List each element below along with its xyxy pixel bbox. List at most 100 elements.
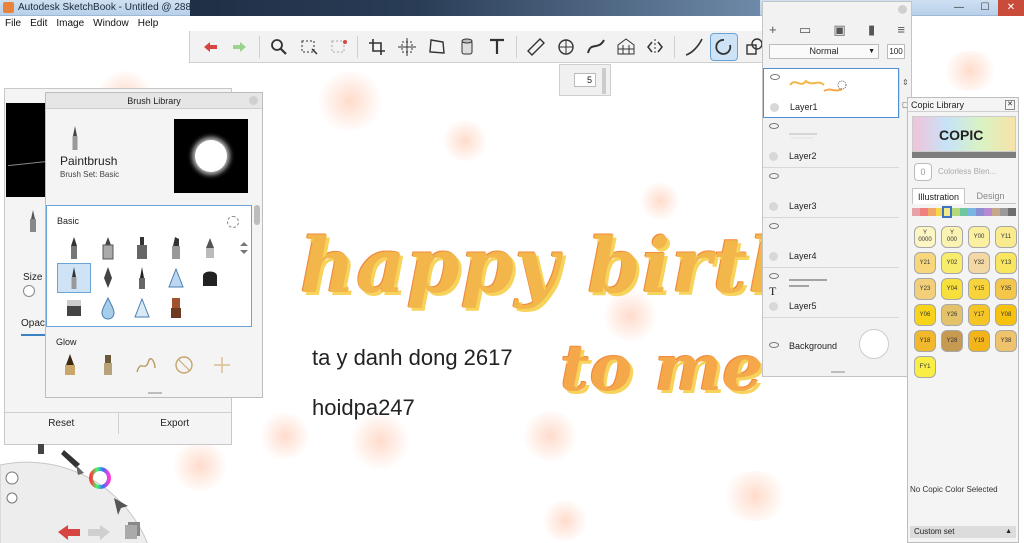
custom-set-bar[interactable]: Custom set ▲: [910, 526, 1016, 538]
blend-mode-dropdown[interactable]: Normal ▼: [769, 44, 879, 59]
flat-brush-icon[interactable]: [159, 293, 193, 323]
copic-color-chip[interactable]: Y04: [941, 278, 963, 300]
redo-icon[interactable]: [226, 33, 254, 61]
hard-eraser-brush-icon[interactable]: [57, 293, 91, 323]
glow-circle-brush-icon[interactable]: [170, 351, 198, 379]
copic-color-chip[interactable]: FY1: [914, 356, 936, 378]
layer-item[interactable]: Layer3: [763, 168, 899, 218]
copic-color-chip[interactable]: Y15: [968, 278, 990, 300]
chisel-brush-icon[interactable]: [159, 233, 193, 263]
undo-icon[interactable]: [196, 33, 224, 61]
panel-close-icon[interactable]: [898, 5, 907, 14]
triangle-brush-icon[interactable]: [125, 293, 159, 323]
brush-library-scrollbar[interactable]: [254, 205, 260, 225]
menu-window[interactable]: Window: [93, 16, 129, 31]
predictive-stroke-icon[interactable]: [710, 32, 739, 61]
layer-radio[interactable]: [769, 252, 778, 261]
size-slider-handle[interactable]: [23, 285, 35, 297]
pencil-brush-icon[interactable]: [57, 233, 91, 263]
transform-icon[interactable]: [393, 33, 421, 61]
soft-triangle-brush-icon[interactable]: [159, 263, 193, 293]
hue-family-strip[interactable]: [912, 206, 1016, 218]
menu-help[interactable]: Help: [138, 16, 159, 31]
brush-size-slider[interactable]: [602, 68, 606, 94]
menu-image[interactable]: Image: [56, 16, 84, 31]
collapse-toggle[interactable]: [912, 152, 1016, 158]
tab-design[interactable]: Design: [965, 188, 1016, 204]
maximize-button[interactable]: ☐: [972, 0, 998, 16]
text-icon[interactable]: [483, 33, 511, 61]
lagoon-options-icon[interactable]: [5, 471, 19, 485]
eye-icon[interactable]: [769, 123, 779, 129]
add-group-icon[interactable]: ▭: [799, 22, 811, 38]
layer-item[interactable]: Layer4: [763, 218, 899, 268]
ballpoint-brush-icon[interactable]: [91, 233, 125, 263]
add-layer-icon[interactable]: +: [769, 22, 777, 38]
close-icon[interactable]: ✕: [1005, 100, 1015, 110]
copic-color-chip[interactable]: Y21: [914, 252, 936, 274]
copic-color-chip[interactable]: Y13: [995, 252, 1017, 274]
lagoon-tool-handle[interactable]: [38, 444, 44, 454]
move-layer-icon[interactable]: ⇕: [902, 78, 909, 87]
add-image-icon[interactable]: ▣: [833, 22, 845, 38]
copic-color-chip[interactable]: Y02: [941, 252, 963, 274]
layer-opacity-value[interactable]: 100: [887, 44, 905, 59]
colorless-blender-row[interactable]: 0 Colorless Blen...: [912, 163, 1016, 183]
minimize-button[interactable]: —: [946, 0, 972, 16]
glow-sparkle-brush-icon[interactable]: [208, 351, 236, 379]
glow-pen-brush-icon[interactable]: [56, 351, 84, 379]
copic-color-chip[interactable]: Y06: [914, 304, 936, 326]
layer-menu-icon[interactable]: ≡: [897, 22, 905, 38]
copic-color-chip[interactable]: Y 000: [941, 226, 963, 248]
fine-liner-brush-icon[interactable]: [125, 263, 159, 293]
close-button[interactable]: ✕: [998, 0, 1024, 16]
copic-color-chip[interactable]: Y26: [941, 304, 963, 326]
opacity-tab[interactable]: Opaci: [21, 318, 47, 329]
copic-color-chip[interactable]: Y28: [941, 330, 963, 352]
layer-radio[interactable]: [769, 202, 778, 211]
glow-squiggle-brush-icon[interactable]: [132, 351, 160, 379]
water-drop-brush-icon[interactable]: [91, 293, 125, 323]
brush-size-value[interactable]: 5: [574, 73, 596, 87]
copic-color-chip[interactable]: Y23: [914, 278, 936, 300]
layer-radio[interactable]: [769, 302, 778, 311]
perspective-icon[interactable]: [612, 33, 640, 61]
layer-item[interactable]: Layer2: [763, 118, 899, 168]
ruler-icon[interactable]: [522, 33, 550, 61]
panel-resize-grip[interactable]: [831, 371, 845, 373]
copic-color-chip[interactable]: Y11: [995, 226, 1017, 248]
ink-pen-brush-icon[interactable]: [91, 263, 125, 293]
scroll-arrows-icon[interactable]: [227, 233, 261, 263]
lagoon-toggle-icon[interactable]: [6, 492, 18, 504]
eye-icon[interactable]: [770, 74, 780, 80]
eye-icon[interactable]: [769, 273, 779, 279]
copic-color-chip[interactable]: Y18: [914, 330, 936, 352]
distort-icon[interactable]: [423, 33, 451, 61]
panel-resize-grip[interactable]: [148, 392, 162, 394]
selection-icon[interactable]: [295, 33, 323, 61]
trash-icon[interactable]: ▮: [868, 22, 875, 38]
paintbrush-brush-icon[interactable]: [57, 263, 91, 293]
zoom-icon[interactable]: [265, 33, 293, 61]
airbrush-icon[interactable]: [193, 233, 227, 263]
fill-icon[interactable]: [453, 33, 481, 61]
eye-icon[interactable]: [769, 342, 779, 348]
copic-color-chip[interactable]: Y32: [968, 252, 990, 274]
tab-illustration[interactable]: Illustration: [912, 188, 965, 204]
menu-edit[interactable]: Edit: [30, 16, 47, 31]
steady-stroke-icon[interactable]: [680, 33, 708, 61]
layer-item[interactable]: Layer1: [763, 68, 899, 118]
glow-marker-brush-icon[interactable]: [94, 351, 122, 379]
copic-color-chip[interactable]: Y35: [995, 278, 1017, 300]
layer-radio[interactable]: [770, 103, 779, 112]
background-color-swatch[interactable]: [859, 329, 889, 359]
layer-radio[interactable]: [769, 152, 778, 161]
crop-selection-icon[interactable]: [325, 33, 353, 61]
menu-file[interactable]: File: [5, 16, 21, 31]
eye-icon[interactable]: [769, 173, 779, 179]
layer-item[interactable]: T Layer5: [763, 268, 899, 318]
symmetry-icon[interactable]: [641, 33, 669, 61]
panel-close-icon[interactable]: [249, 96, 258, 105]
brush-size-control[interactable]: 5: [559, 64, 611, 96]
copic-color-chip[interactable]: Y 0000: [914, 226, 936, 248]
